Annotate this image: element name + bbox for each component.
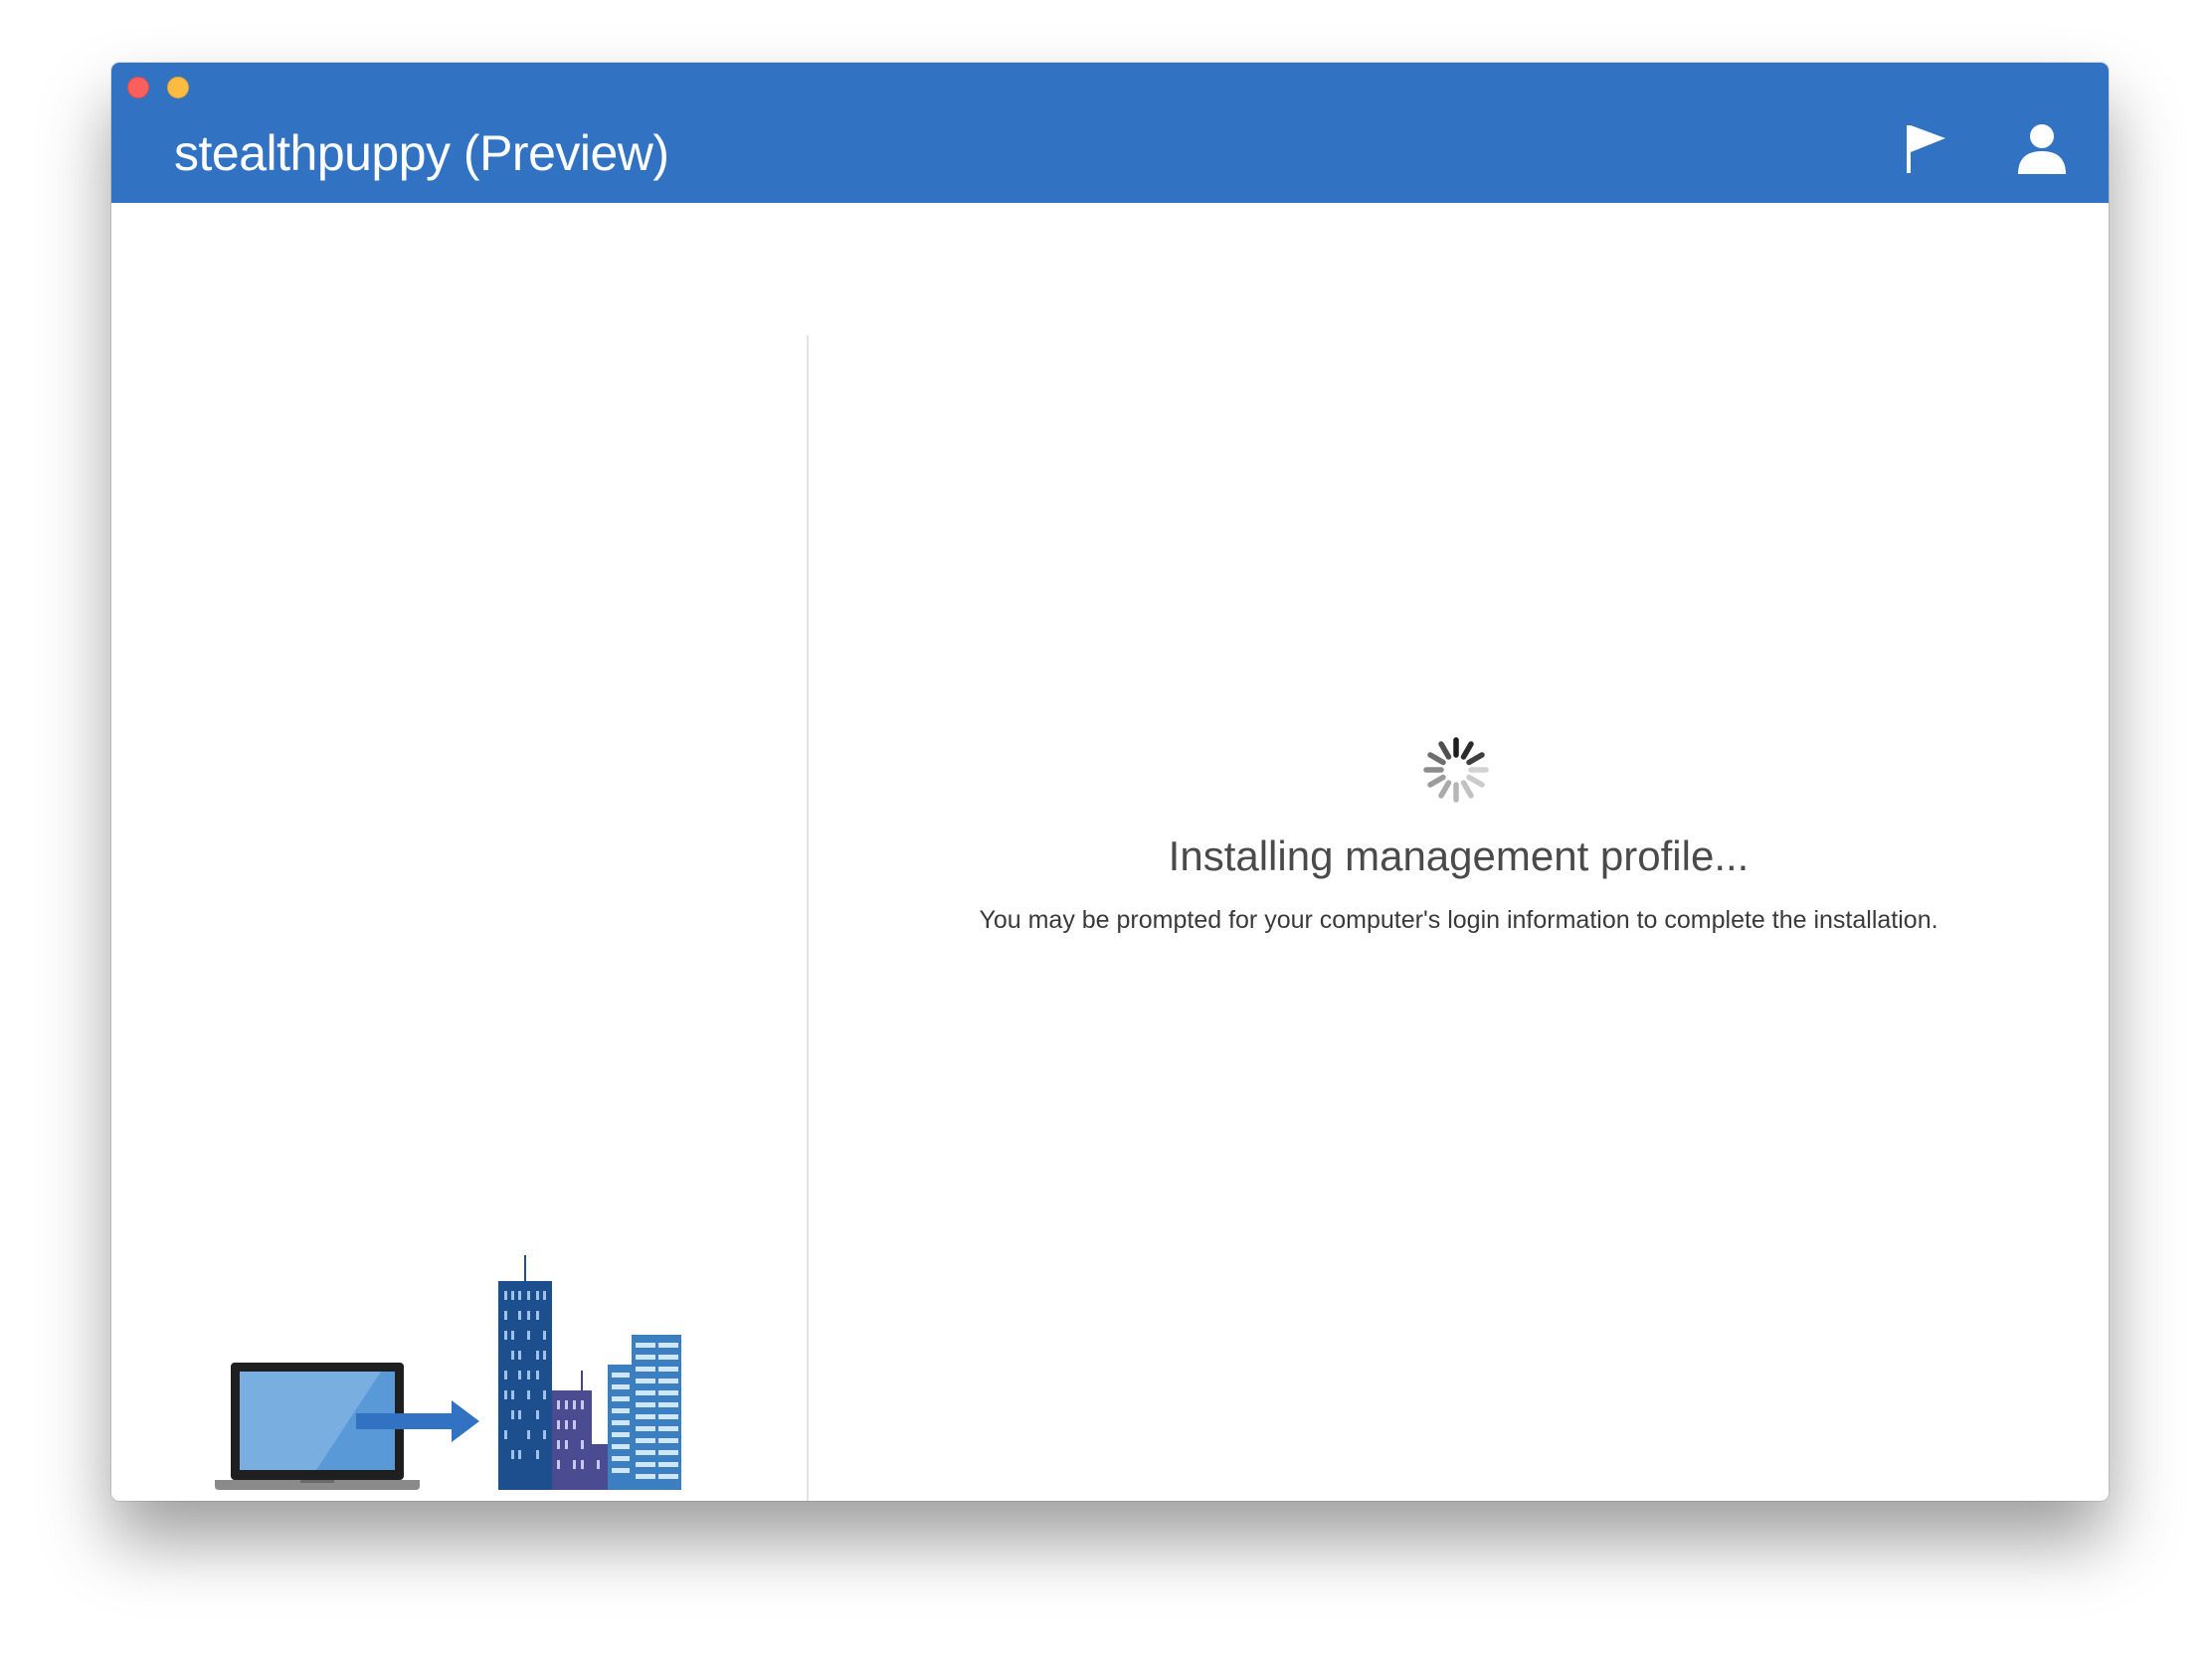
app-window: stealthpuppy (Preview) Installing manage… <box>111 63 2109 1501</box>
status-subtitle: You may be prompted for your computer's … <box>979 906 1938 934</box>
status-title: Installing management profile... <box>1168 832 1750 879</box>
tall-building-graphic <box>498 1255 552 1490</box>
close-window-button[interactable] <box>127 77 149 98</box>
flag-button[interactable] <box>1904 122 1949 176</box>
right-pane: Installing management profile... You may… <box>809 203 2109 1501</box>
user-icon <box>2018 124 2066 174</box>
content-area: Installing management profile... You may… <box>111 203 2109 1501</box>
minimize-window-button[interactable] <box>167 77 189 98</box>
flag-icon <box>1907 125 1945 173</box>
app-title: stealthpuppy (Preview) <box>174 125 669 181</box>
glass-building-graphic <box>608 1335 681 1490</box>
loading-spinner-icon <box>1423 737 1489 803</box>
short-building-graphic <box>552 1371 608 1490</box>
device-enrollment-illustration <box>215 1255 681 1490</box>
left-pane <box>111 203 807 1501</box>
account-button[interactable] <box>2015 122 2069 176</box>
title-bar: stealthpuppy (Preview) <box>111 63 2109 203</box>
